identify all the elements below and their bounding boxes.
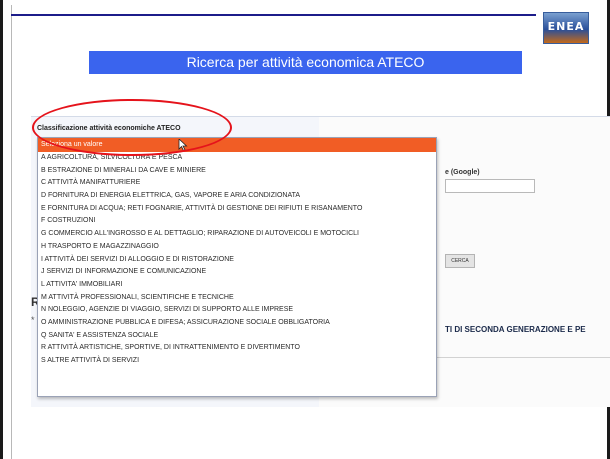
enea-logo: ENEA bbox=[543, 12, 589, 44]
google-search-input[interactable] bbox=[445, 179, 535, 193]
dropdown-option[interactable]: S ALTRE ATTIVITÀ DI SERVIZI bbox=[38, 355, 436, 368]
dropdown-option[interactable]: E FORNITURA DI ACQUA; RETI FOGNARIE, ATT… bbox=[38, 203, 436, 216]
dropdown-option[interactable]: I ATTIVITÀ DEI SERVIZI DI ALLOGGIO E DI … bbox=[38, 254, 436, 267]
slide-title: Ricerca per attività economica ATECO bbox=[89, 51, 522, 74]
dropdown-option[interactable]: H TRASPORTO E MAGAZZINAGGIO bbox=[38, 241, 436, 254]
side-marker: * bbox=[31, 315, 35, 325]
search-button[interactable]: CERCA bbox=[445, 254, 475, 268]
dropdown-option[interactable]: R ATTIVITÀ ARTISTICHE, SPORTIVE, DI INTR… bbox=[38, 342, 436, 355]
dropdown-option[interactable]: B ESTRAZIONE DI MINERALI DA CAVE E MINIE… bbox=[38, 165, 436, 178]
dropdown-option[interactable]: G COMMERCIO ALL'INGROSSO E AL DETTAGLIO;… bbox=[38, 228, 436, 241]
dropdown-option[interactable]: N NOLEGGIO, AGENZIE DI VIAGGIO, SERVIZI … bbox=[38, 304, 436, 317]
dropdown-option[interactable]: F COSTRUZIONI bbox=[38, 215, 436, 228]
top-rule bbox=[11, 14, 536, 16]
logo-text: ENEA bbox=[547, 20, 585, 33]
dropdown-option[interactable]: Q SANITA' E ASSISTENZA SOCIALE bbox=[38, 330, 436, 343]
dropdown-option[interactable]: O AMMINISTRAZIONE PUBBLICA E DIFESA; ASS… bbox=[38, 317, 436, 330]
ateco-dropdown[interactable]: Seleziona un valore A AGRICOLTURA, SILVI… bbox=[37, 137, 437, 397]
dropdown-options: A AGRICOLTURA, SILVICOLTURA E PESCA B ES… bbox=[38, 152, 436, 368]
dropdown-option[interactable]: C ATTIVITÀ MANIFATTURIERE bbox=[38, 177, 436, 190]
slide-border-left bbox=[0, 0, 3, 459]
dropdown-option[interactable]: J SERVIZI DI INFORMAZIONE E COMUNICAZION… bbox=[38, 266, 436, 279]
truncated-heading: TI DI SECONDA GENERAZIONE E PE bbox=[445, 325, 586, 334]
google-search-label: e (Google) bbox=[445, 169, 480, 176]
dropdown-option[interactable]: L ATTIVITA' IMMOBILIARI bbox=[38, 279, 436, 292]
dropdown-option[interactable]: M ATTIVITÀ PROFESSIONALI, SCIENTIFICHE E… bbox=[38, 292, 436, 305]
annotation-ellipse bbox=[32, 99, 232, 156]
dropdown-option[interactable]: D FORNITURA DI ENERGIA ELETTRICA, GAS, V… bbox=[38, 190, 436, 203]
